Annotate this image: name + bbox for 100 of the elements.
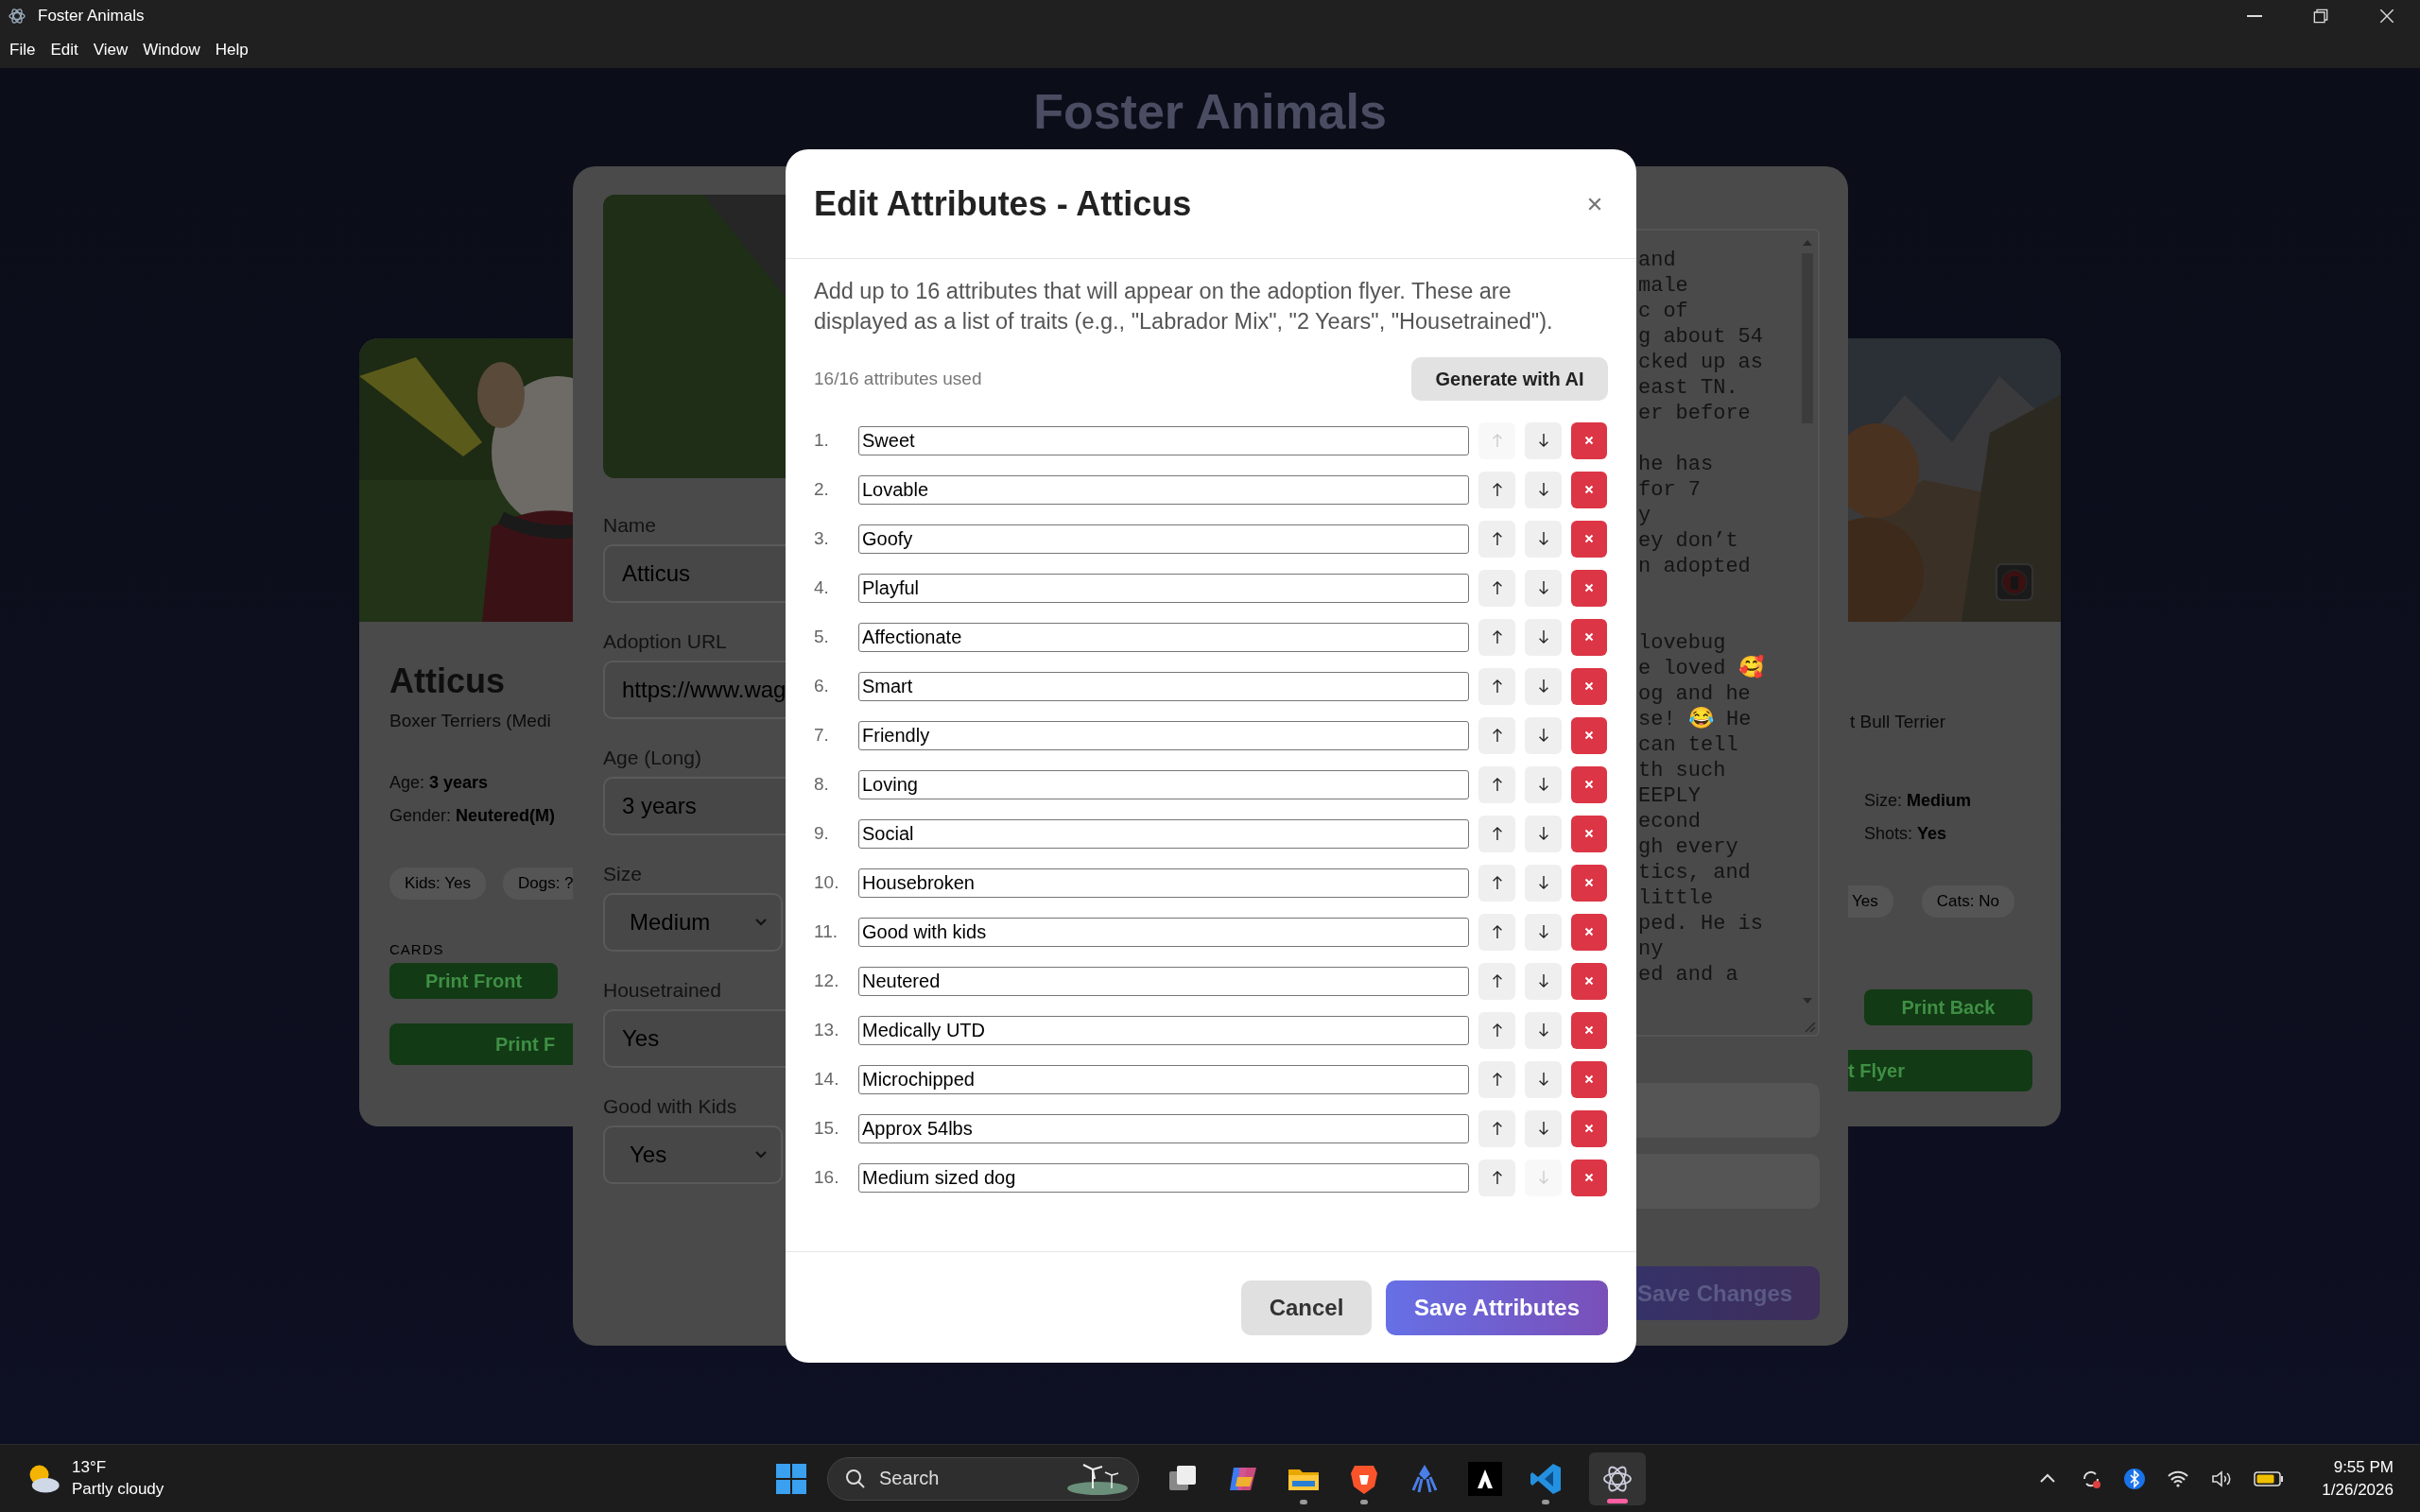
close-icon xyxy=(1584,1173,1594,1182)
delete-button[interactable] xyxy=(1571,667,1607,705)
resize-grip-icon[interactable] xyxy=(1803,1020,1816,1033)
animal-name: Atticus xyxy=(389,662,505,701)
attribute-input[interactable]: Social xyxy=(858,818,1469,849)
move-down-button[interactable] xyxy=(1525,1060,1562,1098)
attribute-input[interactable]: Microchipped xyxy=(858,1064,1469,1094)
move-up-button[interactable] xyxy=(1478,667,1515,705)
attribute-input[interactable]: Medium sized dog xyxy=(858,1162,1469,1193)
attribute-input[interactable]: Smart xyxy=(858,671,1469,701)
clock-date[interactable]: 1/26/2026 xyxy=(2322,1480,2394,1500)
move-down-button[interactable] xyxy=(1525,864,1562,902)
arrow-down-icon xyxy=(1536,726,1550,745)
move-up-button[interactable] xyxy=(1478,618,1515,656)
arrow-down-icon xyxy=(1536,1168,1550,1187)
move-up-button[interactable] xyxy=(1478,864,1515,902)
move-up-button[interactable] xyxy=(1478,520,1515,558)
arrow-up-icon xyxy=(1490,1168,1504,1187)
bluetooth-icon[interactable] xyxy=(2123,1467,2147,1490)
move-down-button[interactable] xyxy=(1525,765,1562,803)
move-down-button[interactable] xyxy=(1525,471,1562,508)
running-indicator xyxy=(1360,1499,1368,1504)
move-up-button[interactable] xyxy=(1478,765,1515,803)
delete-button[interactable] xyxy=(1571,815,1607,852)
close-icon xyxy=(2379,8,2394,24)
arrow-down-icon xyxy=(1536,627,1550,646)
attribute-input[interactable]: Goofy xyxy=(858,524,1469,554)
arrow-down-icon xyxy=(1536,922,1550,941)
arrow-down-icon xyxy=(1536,677,1550,696)
move-down-button[interactable] xyxy=(1525,913,1562,951)
chevron-down-icon xyxy=(754,918,768,927)
move-down-button[interactable] xyxy=(1525,569,1562,607)
cancel-button[interactable]: Cancel xyxy=(1241,1280,1372,1335)
triangle-logo-icon[interactable] xyxy=(1468,1461,1502,1496)
move-down-button[interactable] xyxy=(1525,815,1562,852)
delete-button[interactable] xyxy=(1571,569,1607,607)
move-up-button[interactable] xyxy=(1478,1159,1515,1196)
delete-button[interactable] xyxy=(1571,1159,1607,1196)
attribute-input[interactable]: Lovable xyxy=(858,474,1469,505)
attribute-input[interactable]: Friendly xyxy=(858,720,1469,750)
running-indicator xyxy=(1542,1499,1549,1504)
move-up-button[interactable] xyxy=(1478,471,1515,508)
code-editor-icon[interactable] xyxy=(1529,1461,1563,1496)
delete-button[interactable] xyxy=(1571,765,1607,803)
delete-button[interactable] xyxy=(1571,1011,1607,1049)
start-icon[interactable] xyxy=(774,1461,808,1496)
attribute-input[interactable]: Housebroken xyxy=(858,868,1469,898)
close-icon xyxy=(1584,976,1594,986)
delete-button[interactable] xyxy=(1571,1060,1607,1098)
attribute-input[interactable]: Neutered xyxy=(858,966,1469,996)
move-up-button[interactable] xyxy=(1478,716,1515,754)
battery-icon[interactable] xyxy=(2254,1469,2285,1488)
attribute-input[interactable]: Approx 54lbs xyxy=(858,1113,1469,1143)
animal-breed: t Bull Terrier xyxy=(1850,712,1945,732)
delete-button[interactable] xyxy=(1571,962,1607,1000)
move-up-button[interactable] xyxy=(1478,913,1515,951)
menu-item[interactable]: File xyxy=(2,40,43,60)
attribute-input[interactable]: Good with kids xyxy=(858,917,1469,947)
close-icon xyxy=(1584,829,1594,838)
row-number: 5. xyxy=(814,627,830,647)
delete-button[interactable] xyxy=(1571,913,1607,951)
move-up-button[interactable] xyxy=(1478,569,1515,607)
move-up-button[interactable] xyxy=(1478,1011,1515,1049)
row-number: 11. xyxy=(814,921,838,942)
move-up-button[interactable] xyxy=(1478,1109,1515,1147)
attribute-input[interactable]: Loving xyxy=(858,769,1469,799)
move-up-button[interactable] xyxy=(1478,815,1515,852)
save-button[interactable]: Save Attributes xyxy=(1386,1280,1608,1335)
clock-time[interactable]: 9:55 PM xyxy=(2333,1457,2394,1477)
menu-item[interactable]: Help xyxy=(207,40,256,60)
move-down-button[interactable] xyxy=(1525,1011,1562,1049)
attribute-input[interactable]: Affectionate xyxy=(858,622,1469,652)
detail-value: Neutered(M) xyxy=(456,806,556,825)
field-label: Name xyxy=(603,514,657,537)
menu-item[interactable]: Window xyxy=(135,40,208,60)
arrow-up-icon xyxy=(1490,971,1504,990)
move-down-button[interactable] xyxy=(1525,1109,1562,1147)
close-icon xyxy=(1584,780,1594,789)
menu-item[interactable]: View xyxy=(85,40,136,60)
minimize-icon xyxy=(2247,14,2262,17)
delete-button[interactable] xyxy=(1571,618,1607,656)
menu-item[interactable]: Edit xyxy=(43,40,86,60)
delete-button[interactable] xyxy=(1571,471,1607,508)
tag: Kids: Yes xyxy=(389,868,486,900)
move-up-button[interactable] xyxy=(1478,1060,1515,1098)
delete-button[interactable] xyxy=(1571,1109,1607,1147)
search-field[interactable]: Search xyxy=(827,1456,1139,1501)
attribute-input[interactable]: Medically UTD xyxy=(858,1015,1469,1045)
delete-button[interactable] xyxy=(1571,520,1607,558)
move-down-button[interactable] xyxy=(1525,667,1562,705)
delete-button[interactable] xyxy=(1571,716,1607,754)
move-down-button[interactable] xyxy=(1525,618,1562,656)
move-down-button[interactable] xyxy=(1525,716,1562,754)
delete-button[interactable] xyxy=(1571,864,1607,902)
move-down-button[interactable] xyxy=(1525,962,1562,1000)
move-down-button[interactable] xyxy=(1525,520,1562,558)
move-up-button[interactable] xyxy=(1478,962,1515,1000)
attribute-input[interactable]: Playful xyxy=(858,573,1469,603)
active-app-button[interactable] xyxy=(1589,1452,1646,1505)
detail-value: Yes xyxy=(1917,824,1947,843)
